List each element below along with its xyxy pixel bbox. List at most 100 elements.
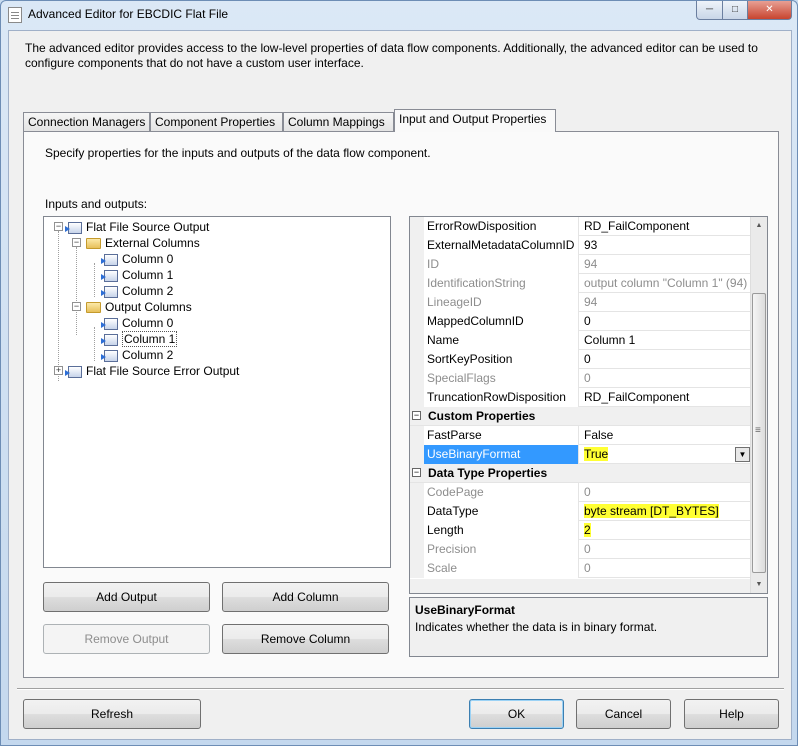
collapse-icon[interactable]: − bbox=[72, 238, 81, 247]
window-title: Advanced Editor for EBCDIC Flat File bbox=[28, 7, 229, 21]
property-row[interactable]: MappedColumnID 0 bbox=[410, 312, 752, 331]
property-value[interactable]: 0 bbox=[580, 350, 752, 369]
property-row[interactable]: FastParse False bbox=[410, 426, 752, 445]
property-name: IdentificationString bbox=[424, 274, 579, 293]
remove-column-button[interactable]: Remove Column bbox=[222, 624, 389, 654]
property-row[interactable]: DataType byte stream [DT_BYTES] bbox=[410, 502, 752, 521]
tree-node[interactable]: Column 2 bbox=[101, 283, 174, 299]
property-row[interactable]: CodePage 0 bbox=[410, 483, 752, 502]
tree-node[interactable]: External Columns bbox=[86, 235, 200, 251]
ok-button[interactable]: OK bbox=[469, 699, 564, 729]
scroll-down-arrow-icon[interactable]: ▼ bbox=[751, 576, 767, 593]
property-value-text: 0 bbox=[584, 371, 591, 385]
property-value[interactable]: 93 bbox=[580, 236, 752, 255]
property-grid[interactable]: Scale 0 Precision 0 Length 2 DataType byte stre… bbox=[409, 216, 768, 594]
property-name: Name bbox=[424, 331, 579, 350]
inputs-outputs-tree[interactable]: − Flat File Source Output − External Column… bbox=[43, 216, 391, 568]
property-category[interactable]: − Custom Properties bbox=[410, 407, 752, 426]
property-value: 0 bbox=[580, 369, 752, 388]
property-value-text: 94 bbox=[584, 295, 598, 309]
tree-node[interactable]: Column 2 bbox=[101, 347, 173, 363]
cancel-button[interactable]: Cancel bbox=[576, 699, 671, 729]
close-button[interactable]: ✕ bbox=[747, 1, 792, 20]
property-value: 94 bbox=[580, 255, 752, 274]
property-grid-scrollbar[interactable]: ▲ ≡ ▼ bbox=[750, 217, 767, 593]
property-name: ErrorRowDisposition bbox=[424, 217, 579, 236]
dropdown-arrow-icon[interactable]: ▼ bbox=[735, 447, 750, 462]
property-row[interactable]: SortKeyPosition 0 bbox=[410, 350, 752, 369]
column-icon bbox=[101, 269, 118, 282]
property-row[interactable]: ExternalMetadataColumnID 93 bbox=[410, 236, 752, 255]
property-row[interactable]: Scale 0 bbox=[410, 559, 752, 578]
tree-node[interactable]: Output Columns bbox=[86, 299, 192, 315]
property-row[interactable]: UseBinaryFormat True ▼ bbox=[410, 445, 752, 464]
property-value[interactable]: True ▼ bbox=[580, 445, 752, 464]
property-value[interactable]: byte stream [DT_BYTES] bbox=[580, 502, 752, 521]
category-label: Data Type Properties bbox=[428, 466, 548, 480]
tree-node[interactable]: Flat File Source Output bbox=[65, 219, 209, 235]
refresh-button[interactable]: Refresh bbox=[23, 699, 201, 729]
scroll-up-arrow-icon[interactable]: ▲ bbox=[751, 217, 767, 234]
collapse-icon[interactable]: − bbox=[54, 222, 63, 231]
property-value[interactable]: RD_FailComponent bbox=[580, 217, 752, 236]
add-output-button[interactable]: Add Output bbox=[43, 582, 210, 612]
tree-connector-line bbox=[94, 327, 95, 361]
column-icon bbox=[101, 285, 118, 298]
property-name: Precision bbox=[424, 540, 579, 559]
expand-icon[interactable]: + bbox=[54, 366, 63, 375]
row-gutter bbox=[410, 236, 424, 255]
tree-node-label: Flat File Source Error Output bbox=[86, 364, 240, 378]
panel-description: Specify properties for the inputs and ou… bbox=[45, 146, 431, 160]
property-row[interactable]: Length 2 bbox=[410, 521, 752, 540]
property-value[interactable]: RD_FailComponent bbox=[580, 388, 752, 407]
tab-input-and-output-properties[interactable]: Input and Output Properties bbox=[394, 109, 556, 132]
tree-node[interactable]: Column 1 bbox=[101, 331, 178, 347]
property-row[interactable]: ID 94 bbox=[410, 255, 752, 274]
row-gutter bbox=[410, 369, 424, 388]
tree-connector-line bbox=[58, 231, 59, 381]
property-value-text: byte stream [DT_BYTES] bbox=[584, 504, 719, 518]
collapse-icon[interactable]: − bbox=[72, 302, 81, 311]
property-value[interactable]: Column 1 bbox=[580, 331, 752, 350]
tree-node[interactable]: Column 1 bbox=[101, 267, 173, 283]
tree-node[interactable]: Column 0 bbox=[101, 315, 173, 331]
property-row[interactable]: IdentificationString output column "Colum… bbox=[410, 274, 752, 293]
tree-node[interactable]: Column 0 bbox=[101, 251, 173, 267]
tab-connection-managers[interactable]: Connection Managers bbox=[23, 112, 150, 132]
property-value[interactable]: 2 bbox=[580, 521, 752, 540]
help-button[interactable]: Help bbox=[684, 699, 779, 729]
property-name: SpecialFlags bbox=[424, 369, 579, 388]
property-value: 0 bbox=[580, 559, 752, 578]
tree-node-label: Column 2 bbox=[122, 284, 174, 298]
tab-component-properties[interactable]: Component Properties bbox=[150, 112, 283, 132]
property-row[interactable]: ErrorRowDisposition RD_FailComponent bbox=[410, 217, 752, 236]
property-category[interactable]: − Data Type Properties bbox=[410, 464, 752, 483]
property-name: FastParse bbox=[424, 426, 579, 445]
tab-column-mappings[interactable]: Column Mappings bbox=[283, 112, 394, 132]
remove-output-button[interactable]: Remove Output bbox=[43, 624, 210, 654]
title-bar[interactable]: Advanced Editor for EBCDIC Flat File ─ □… bbox=[1, 1, 797, 29]
tree-node-label: Column 1 bbox=[122, 331, 178, 347]
folder-icon bbox=[86, 238, 101, 250]
property-value[interactable]: 0 bbox=[580, 312, 752, 331]
property-row[interactable]: LineageID 94 bbox=[410, 293, 752, 312]
property-row[interactable]: SpecialFlags 0 bbox=[410, 369, 752, 388]
tree-node[interactable]: Flat File Source Error Output bbox=[65, 363, 240, 379]
add-column-button[interactable]: Add Column bbox=[222, 582, 389, 612]
tree-connector-line bbox=[76, 247, 77, 335]
collapse-icon[interactable]: − bbox=[412, 468, 421, 477]
maximize-button[interactable]: □ bbox=[722, 1, 748, 20]
property-value-text: RD_FailComponent bbox=[584, 390, 690, 404]
property-name: Scale bbox=[424, 559, 579, 578]
property-value: 0 bbox=[580, 483, 752, 502]
property-name: DataType bbox=[424, 502, 579, 521]
input-output-properties-panel: Specify properties for the inputs and ou… bbox=[23, 131, 779, 678]
scroll-thumb[interactable]: ≡ bbox=[752, 293, 766, 573]
minimize-button[interactable]: ─ bbox=[696, 1, 723, 20]
collapse-icon[interactable]: − bbox=[412, 411, 421, 420]
property-row[interactable]: Name Column 1 bbox=[410, 331, 752, 350]
property-row[interactable]: TruncationRowDisposition RD_FailComponent bbox=[410, 388, 752, 407]
property-value-text: 0 bbox=[584, 485, 591, 499]
property-value[interactable]: False bbox=[580, 426, 752, 445]
property-row[interactable]: Precision 0 bbox=[410, 540, 752, 559]
